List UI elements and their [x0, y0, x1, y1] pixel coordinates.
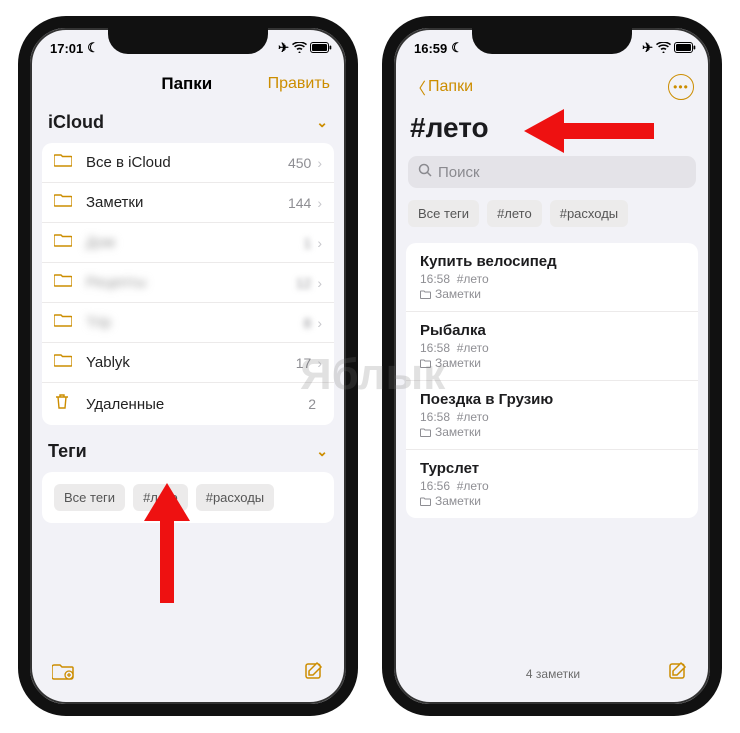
back-label: Папки: [428, 78, 473, 96]
chevron-right-icon: ›: [317, 315, 322, 331]
compose-button[interactable]: [668, 661, 688, 686]
trash-icon: [54, 393, 76, 415]
edit-button[interactable]: Править: [268, 75, 330, 93]
folder-count: 17: [296, 355, 312, 371]
navbar: Папки Править: [30, 68, 346, 102]
note-folder: Заметки: [420, 494, 684, 508]
section-header-tags[interactable]: Теги ⌄: [30, 431, 346, 466]
tag-pill[interactable]: #расходы: [550, 200, 628, 227]
battery-icon: [674, 41, 696, 56]
toolbar: [30, 647, 346, 704]
note-row[interactable]: Рыбалка 16:58 #летоЗаметки: [406, 312, 698, 381]
status-time: 16:59: [414, 41, 447, 56]
airplane-icon: ✈: [642, 40, 653, 56]
notch: [108, 26, 268, 54]
compose-button[interactable]: [304, 661, 324, 686]
section-label: Теги: [48, 441, 87, 462]
tag-pill[interactable]: #лето: [487, 200, 542, 227]
note-row[interactable]: Поездка в Грузию 16:58 #летоЗаметки: [406, 381, 698, 450]
section-label: iCloud: [48, 112, 104, 133]
note-meta: 16:58 #лето: [420, 410, 684, 424]
airplane-icon: ✈: [278, 40, 289, 56]
chevron-right-icon: ›: [317, 155, 322, 171]
wifi-icon: [292, 41, 307, 56]
folders-list: Все в iCloud450›Заметки144›Дом1›Рецепты1…: [42, 143, 334, 425]
status-time: 17:01: [50, 41, 83, 56]
note-title: Рыбалка: [420, 322, 684, 339]
folder-icon: [54, 153, 76, 172]
chevron-left-icon: 〈: [410, 75, 426, 99]
note-title: Турслет: [420, 460, 684, 477]
folder-label: Дом: [86, 234, 304, 251]
annotation-arrow: [132, 483, 202, 603]
chevron-right-icon: ›: [317, 355, 322, 371]
folder-count: 1: [304, 235, 312, 251]
folder-icon: [54, 353, 76, 372]
note-row[interactable]: Турслет 16:56 #летоЗаметки: [406, 450, 698, 518]
folder-row[interactable]: Дом1 ›: [42, 223, 334, 263]
back-button[interactable]: 〈Папки: [410, 75, 473, 99]
chevron-right-icon: ›: [317, 235, 322, 251]
search-icon: [418, 163, 432, 181]
chevron-right-icon: ›: [317, 195, 322, 211]
phone-right: 16:59 ☾ ✈ 〈Папки ••• #лето: [382, 16, 722, 716]
folder-label: Заметки: [86, 194, 288, 211]
folder-count: 450: [288, 155, 311, 171]
tag-pills: Все теги #лето #расходы: [394, 196, 710, 235]
search-input[interactable]: Поиск: [408, 156, 696, 188]
wifi-icon: [656, 41, 671, 56]
folder-label: Trip: [86, 314, 304, 331]
new-folder-button[interactable]: [52, 662, 74, 685]
note-meta: 16:58 #лето: [420, 341, 684, 355]
search-placeholder: Поиск: [438, 164, 480, 181]
section-header-icloud[interactable]: iCloud ⌄: [30, 102, 346, 137]
folder-count: 144: [288, 195, 311, 211]
folder-row[interactable]: Trip8 ›: [42, 303, 334, 343]
note-meta: 16:56 #лето: [420, 479, 684, 493]
tag-pill[interactable]: #расходы: [196, 484, 274, 511]
battery-icon: [310, 41, 332, 56]
notes-list: Купить велосипед16:58 #летоЗаметкиРыбалк…: [406, 243, 698, 518]
chevron-down-icon: ⌄: [316, 114, 328, 131]
annotation-arrow: [524, 103, 654, 159]
chevron-down-icon: ⌄: [316, 443, 328, 460]
moon-icon: ☾: [451, 40, 463, 56]
navbar: 〈Папки •••: [394, 68, 710, 108]
folder-label: Рецепты: [86, 274, 296, 291]
folder-label: Все в iCloud: [86, 154, 288, 171]
moon-icon: ☾: [87, 40, 99, 56]
folder-row[interactable]: Yablyk17 ›: [42, 343, 334, 383]
notch: [472, 26, 632, 54]
folder-row[interactable]: Удаленные2: [42, 383, 334, 425]
note-meta: 16:58 #лето: [420, 272, 684, 286]
note-folder: Заметки: [420, 425, 684, 439]
folder-row[interactable]: Рецепты12 ›: [42, 263, 334, 303]
more-button[interactable]: •••: [668, 74, 694, 100]
tag-pill[interactable]: Все теги: [408, 200, 479, 227]
folder-icon: [54, 313, 76, 332]
note-row[interactable]: Купить велосипед 16:58 #летоЗаметки: [406, 243, 698, 312]
note-folder: Заметки: [420, 356, 684, 370]
folder-icon: [54, 193, 76, 212]
folder-row[interactable]: Все в iCloud450 ›: [42, 143, 334, 183]
note-folder: Заметки: [420, 287, 684, 301]
folder-label: Yablyk: [86, 354, 296, 371]
chevron-right-icon: ›: [317, 275, 322, 291]
folder-label: Удаленные: [86, 396, 308, 413]
folder-count: 2: [308, 396, 316, 412]
folder-row[interactable]: Заметки144 ›: [42, 183, 334, 223]
folder-count: 12: [296, 275, 312, 291]
folder-count: 8: [304, 315, 312, 331]
note-title: Поездка в Грузию: [420, 391, 684, 408]
note-title: Купить велосипед: [420, 253, 684, 270]
toolbar: 4 заметки: [394, 647, 710, 704]
notes-count: 4 заметки: [526, 667, 580, 681]
tag-pill[interactable]: Все теги: [54, 484, 125, 511]
nav-title: Папки: [161, 74, 212, 94]
phone-left: 17:01 ☾ ✈ Папки Править iCloud ⌄ В: [18, 16, 358, 716]
folder-icon: [54, 273, 76, 292]
folder-icon: [54, 233, 76, 252]
